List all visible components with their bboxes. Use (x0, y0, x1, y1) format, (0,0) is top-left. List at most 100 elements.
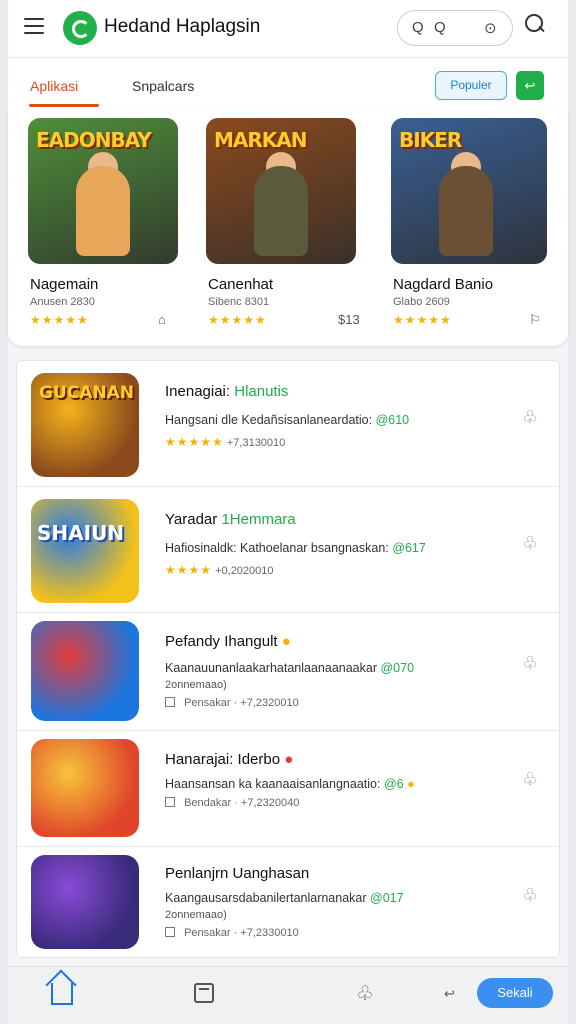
item-tag: Hlanutis (234, 383, 289, 400)
featured-image: MARKAN (206, 118, 356, 264)
item-title: Yaradar 1Hemmara (165, 511, 296, 528)
item-title: Hanarajai: Iderbo ● (165, 751, 294, 768)
character-body (76, 166, 130, 256)
item-meta-text: Bendakar · +7,2320040 (184, 797, 300, 809)
item-price: @617 (392, 541, 426, 555)
featured-card[interactable]: BIKER Nagdard Banio Glabo 2609 ★★★★★ ⚐ (391, 118, 551, 338)
search-icon[interactable]: Q (412, 19, 424, 36)
item-subtext: 2onnemaao) (165, 679, 227, 691)
item-description: Kaangausarsdabanilertanlarnanakar @017 (165, 891, 404, 905)
item-meta: ★★★★ +0,2020010 (165, 563, 274, 577)
home-icon[interactable] (51, 983, 73, 1005)
search-icon-secondary[interactable]: Q (434, 19, 446, 36)
item-description: Kaanauunanlaakarhatanlaanaanaakar @070 (165, 661, 414, 675)
item-description-text: Hafiosinaldk: Kathoelanar bsangnaskan: (165, 541, 389, 555)
popular-button[interactable]: Populer (435, 71, 507, 100)
featured-image: BIKER (391, 118, 547, 264)
checkbox-icon[interactable] (165, 927, 175, 937)
hamburger-menu-icon[interactable] (24, 18, 44, 36)
item-title: Penlanjrn Uanghasan (165, 865, 309, 882)
flag-icon[interactable]: ⚐ (529, 312, 541, 328)
tab-secondary[interactable]: Snpalcars (132, 78, 194, 94)
game-icon (31, 621, 139, 721)
icon-label: GUCANAN (39, 383, 135, 403)
list-item[interactable]: Pefandy Ihangult ● Kaanauunanlaakarhatan… (17, 613, 559, 731)
top-app-bar: Hedand Haplagsin Q Q ⊙ (8, 0, 568, 58)
item-price: @610 (375, 413, 410, 427)
icon-label: SHAIUN (37, 521, 125, 545)
rating-stars: ★★★★★ (165, 435, 224, 449)
list-item[interactable]: SHAIUN Yaradar 1Hemmara Hafiosinaldk: Ka… (17, 487, 559, 613)
item-meta-text: Pensakar · +7,2330010 (184, 927, 299, 939)
item-title-text: Inenagiai: (165, 383, 231, 400)
like-icon[interactable]: ♧ (522, 533, 538, 554)
item-price: @070 (380, 661, 415, 675)
like-icon[interactable]: ♧ (522, 653, 538, 674)
item-meta: Bendakar · +7,2320040 (165, 797, 299, 809)
rating-stars: ★★★★ (165, 563, 213, 577)
tab-apps[interactable]: Aplikasi (30, 78, 78, 94)
item-meta-text: +7,3130010 (226, 437, 286, 449)
rating-stars: ★★★★★ (208, 313, 267, 327)
active-tab-indicator (29, 104, 99, 107)
item-description-text: Hangsani dle Kedañsisanlaneardatio: (165, 413, 373, 427)
character-body (439, 166, 493, 256)
featured-meta: Sibenc 8301 (208, 296, 270, 308)
list-item[interactable]: Penlanjrn Uanghasan Kaangausarsdabaniler… (17, 847, 559, 957)
item-description-text: Kaanauunanlaakarhatanlaanaanaakar (165, 661, 377, 675)
rating-stars: ★★★★★ (393, 313, 452, 327)
featured-carousel: EADONBAY Nagemain Anusen 2830 ★★★★★ ⌂ MA… (8, 110, 568, 346)
checkbox-icon[interactable] (165, 797, 175, 807)
app-list: GUCANAN Inenagiai: Hlanutis Hangsani dle… (16, 360, 560, 958)
item-title-text: Penlanjrn Uanghasan (165, 865, 310, 882)
share-icon[interactable]: ↩ (444, 986, 455, 1002)
app-frame: Hedand Haplagsin Q Q ⊙ Aplikasi Snpalcar… (8, 0, 568, 1024)
character-body (254, 166, 308, 256)
bottom-navigation: ♧ ↩ Sekali (8, 966, 568, 1024)
featured-name: Nagdard Banio (393, 276, 494, 293)
item-price: @6 (383, 777, 404, 791)
game-banner-text: BIKER (399, 128, 462, 152)
game-icon: SHAIUN (31, 499, 139, 603)
rating-stars: ★★★★★ (30, 313, 89, 327)
game-banner-text: MARKAN (214, 128, 307, 152)
item-meta: Pensakar · +7,2330010 (165, 927, 299, 939)
history-icon[interactable]: ⊙ (484, 19, 497, 37)
item-meta: Pensakar · +7,2320010 (165, 697, 299, 709)
price-label: $13 (338, 312, 360, 327)
item-description-text: Kaangausarsdabanilertanlarnanakar (165, 891, 367, 905)
item-description-text: Haansansan ka kaanaaisanlangnaatio: (165, 777, 381, 791)
item-description: Hafiosinaldk: Kathoelanar bsangnaskan: @… (165, 541, 426, 555)
item-subtext: 2onnemaao) (165, 909, 227, 921)
item-title-text: Yaradar (165, 511, 218, 528)
item-title-text: Pefandy Ihangult (165, 633, 278, 650)
featured-image: EADONBAY (28, 118, 178, 264)
search-pill[interactable]: Q Q ⊙ (397, 10, 513, 46)
item-meta: ★★★★★ +7,3130010 (165, 435, 285, 449)
featured-card[interactable]: EADONBAY Nagemain Anusen 2830 ★★★★★ ⌂ (28, 118, 188, 338)
bookmark-icon[interactable]: ⌂ (158, 312, 166, 327)
item-tag: 1Hemmara (221, 511, 296, 528)
list-item[interactable]: GUCANAN Inenagiai: Hlanutis Hangsani dle… (17, 361, 559, 487)
item-meta-text: Pensakar · +7,2320010 (184, 697, 299, 709)
like-icon[interactable]: ♧ (522, 769, 538, 790)
featured-card[interactable]: MARKAN Canenhat Sibenc 8301 ★★★★★ $13 (206, 118, 366, 338)
game-icon (31, 739, 139, 837)
list-item[interactable]: Hanarajai: Iderbo ● Haansansan ka kaanaa… (17, 731, 559, 847)
search-icon[interactable] (525, 14, 545, 36)
like-icon[interactable]: ♧ (522, 407, 538, 428)
item-price: @017 (370, 891, 404, 905)
app-logo-icon (63, 11, 97, 45)
library-icon[interactable] (194, 983, 214, 1003)
featured-name: Nagemain (30, 276, 99, 293)
hand-icon[interactable]: ♧ (356, 981, 374, 1006)
featured-meta: Glabo 2609 (393, 296, 450, 308)
item-title: Inenagiai: Hlanutis (165, 383, 288, 400)
featured-name: Canenhat (208, 276, 274, 293)
item-title: Pefandy Ihangult ● (165, 633, 291, 650)
action-button[interactable]: ↩ (516, 71, 544, 100)
primary-action-button[interactable]: Sekali (477, 978, 553, 1008)
checkbox-icon[interactable] (165, 697, 175, 707)
featured-meta: Anusen 2830 (30, 296, 95, 308)
like-icon[interactable]: ♧ (522, 885, 538, 906)
